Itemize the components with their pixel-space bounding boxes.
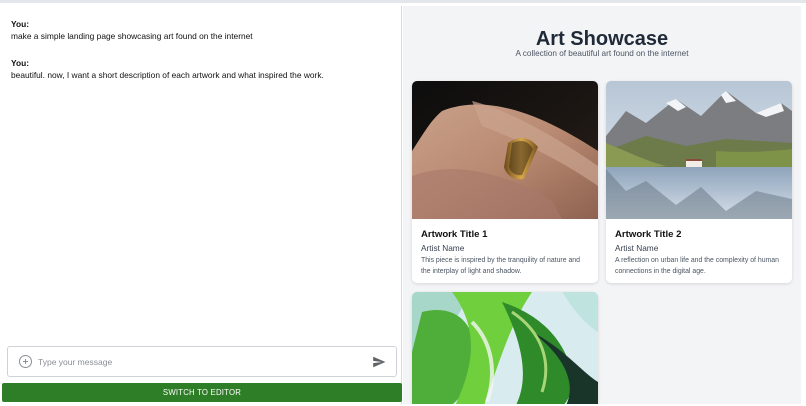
chat-message: You: make a simple landing page showcasi… xyxy=(11,18,391,42)
artist-name: Artist Name xyxy=(421,243,465,253)
chat-message: You: beautiful. now, I want a short desc… xyxy=(11,57,391,81)
artwork-image xyxy=(606,81,792,219)
message-text: make a simple landing page showcasing ar… xyxy=(11,31,253,41)
message-sender: You: xyxy=(11,58,29,68)
page-title: Art Showcase xyxy=(535,28,669,50)
send-icon[interactable] xyxy=(372,355,386,369)
artwork-title: Artwork Title 1 xyxy=(421,229,488,240)
artwork-card[interactable]: Artwork Title 2 Artist Name A reflection… xyxy=(606,81,792,283)
artist-name: Artist Name xyxy=(615,243,659,253)
artwork-image xyxy=(412,292,598,404)
artwork-title: Artwork Title 2 xyxy=(615,229,682,240)
preview-panel: Art Showcase A collection of beautiful a… xyxy=(403,6,801,404)
switch-to-editor-button[interactable]: SWITCH TO EDITOR xyxy=(2,383,402,402)
artwork-description: A reflection on urban life and the compl… xyxy=(615,257,779,275)
artwork-description: This piece is inspired by the tranquilit… xyxy=(421,257,580,275)
plus-circle-icon[interactable] xyxy=(19,355,32,368)
message-composer xyxy=(7,346,397,377)
message-input[interactable] xyxy=(38,353,358,371)
message-text: beautiful. now, I want a short descripti… xyxy=(11,70,324,80)
chat-panel: You: make a simple landing page showcasi… xyxy=(2,6,402,404)
page-subtitle: A collection of beautiful art found on t… xyxy=(515,49,689,58)
message-sender: You: xyxy=(11,19,29,29)
artwork-card[interactable] xyxy=(412,292,598,404)
artwork-card[interactable]: Artwork Title 1 Artist Name This piece i… xyxy=(412,81,598,283)
app-frame: You: make a simple landing page showcasi… xyxy=(0,0,806,406)
artwork-image xyxy=(412,81,598,219)
